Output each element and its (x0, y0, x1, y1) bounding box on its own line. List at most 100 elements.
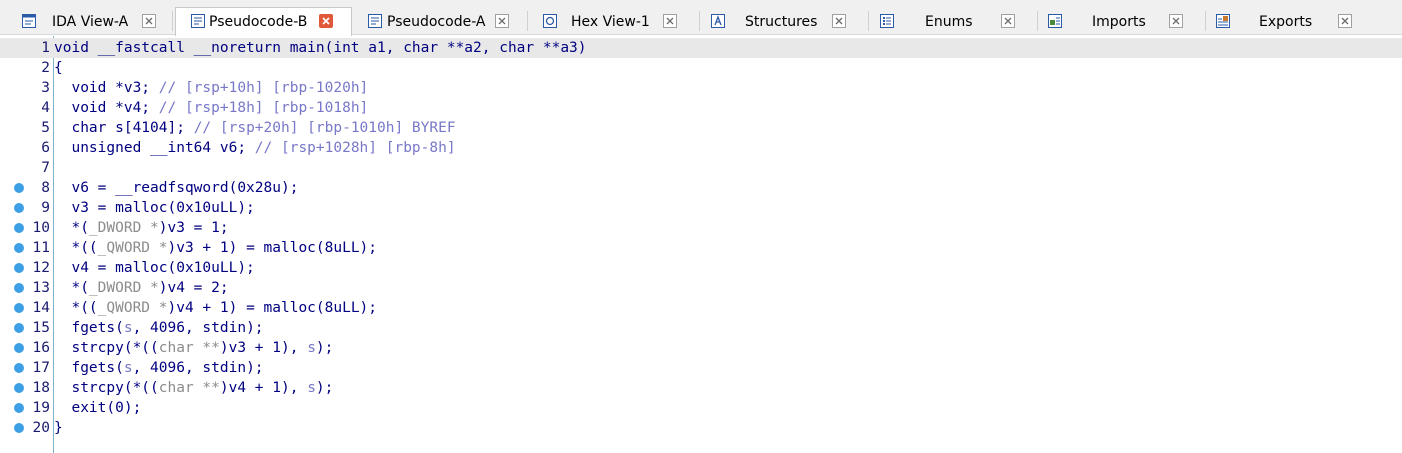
close-icon[interactable] (1001, 14, 1015, 28)
code-token: s (123, 320, 133, 336)
code-line[interactable]: 16 strcpy(*((char **)v3 + 1), s); (0, 338, 1402, 358)
tab-label: Enums (925, 14, 973, 30)
code-text[interactable]: strcpy(*((char **)v4 + 1), s); (54, 378, 333, 398)
code-text[interactable]: unsigned __int64 v6; // [rsp+1028h] [rbp… (54, 138, 455, 158)
code-line[interactable]: 19 exit(0); (0, 398, 1402, 418)
close-icon[interactable] (1169, 14, 1183, 28)
code-line[interactable]: 8 v6 = __readfsqword(0x28u); (0, 178, 1402, 198)
tab-pseudocode-b[interactable]: Pseudocode-B (175, 7, 352, 36)
close-icon[interactable] (495, 14, 509, 28)
code-token: void *v4; (54, 100, 159, 116)
line-number: 13 (32, 280, 50, 296)
tab-divider (699, 11, 700, 31)
line-number: 5 (41, 120, 50, 136)
code-text[interactable]: void *v4; // [rsp+18h] [rbp-1018h] (54, 98, 368, 118)
code-line[interactable]: 2{ (0, 58, 1402, 78)
code-token: } (54, 420, 63, 436)
code-token: _DWORD * (88, 220, 159, 236)
code-line[interactable]: 3 void *v3; // [rsp+10h] [rbp-1020h] (0, 78, 1402, 98)
code-line[interactable]: 10 *(_DWORD *)v3 = 1; (0, 218, 1402, 238)
code-token: , 4096, stdin); (132, 360, 264, 376)
tab-divider (1205, 11, 1206, 31)
code-token: unsigned __int64 v6; (54, 140, 255, 156)
code-token: // [rsp+20h] [rbp-1010h] BYREF (193, 120, 456, 136)
code-token: char s[4104]; (54, 120, 194, 136)
line-number: 9 (41, 200, 50, 216)
tab-exports[interactable]: Exports (1208, 9, 1363, 35)
ida-view-icon (22, 14, 36, 28)
code-line[interactable]: 14 *((_QWORD *)v4 + 1) = malloc(8uLL); (0, 298, 1402, 318)
code-token: s (307, 380, 316, 396)
tab-ida-view-a[interactable]: IDA View-A (14, 9, 164, 35)
imports-icon (1048, 14, 1062, 28)
close-icon[interactable] (319, 14, 333, 28)
tab-label: Hex View-1 (571, 14, 650, 30)
code-line[interactable]: 4 void *v4; // [rsp+18h] [rbp-1018h] (0, 98, 1402, 118)
code-token: _QWORD * (97, 300, 168, 316)
tab-label: Pseudocode-A (387, 14, 486, 30)
code-text[interactable]: v4 = malloc(0x10uLL); (54, 258, 255, 278)
close-icon[interactable] (663, 14, 677, 28)
code-text[interactable]: strcpy(*((char **)v3 + 1), s); (54, 338, 333, 358)
code-text[interactable]: *(_DWORD *)v3 = 1; (54, 218, 228, 238)
code-text[interactable]: *((_QWORD *)v4 + 1) = malloc(8uLL); (54, 298, 377, 318)
tab-divider (868, 11, 869, 31)
tab-label: Imports (1092, 14, 1146, 30)
code-token: _QWORD * (97, 240, 168, 256)
tab-pseudocode-a[interactable]: Pseudocode-A (354, 9, 524, 35)
close-icon[interactable] (1338, 14, 1352, 28)
code-token: ); (315, 340, 334, 356)
code-token: strcpy(*(( (54, 380, 159, 396)
line-number: 16 (32, 340, 50, 356)
line-number: 19 (32, 400, 50, 416)
code-token: v6 = __readfsqword(0x28u); (54, 180, 299, 196)
code-token: char ** (158, 340, 220, 356)
code-token: *(( (54, 300, 98, 316)
code-token: v3 = malloc(0x10uLL); (54, 200, 255, 216)
code-line[interactable]: 17 fgets(s, 4096, stdin); (0, 358, 1402, 378)
code-token: // [rsp+18h] [rbp-1018h] (158, 100, 369, 116)
code-line[interactable]: 18 strcpy(*((char **)v4 + 1), s); (0, 378, 1402, 398)
code-line[interactable]: 15 fgets(s, 4096, stdin); (0, 318, 1402, 338)
code-line[interactable]: 5 char s[4104]; // [rsp+20h] [rbp-1010h]… (0, 118, 1402, 138)
pseudocode-editor[interactable]: 1 void __fastcall __noreturn main(int a1,… (0, 36, 1402, 453)
code-text[interactable]: fgets(s, 4096, stdin); (54, 318, 263, 338)
code-text[interactable]: fgets(s, 4096, stdin); (54, 358, 264, 378)
code-line[interactable]: 13 *(_DWORD *)v4 = 2; (0, 278, 1402, 298)
code-line[interactable]: 6 unsigned __int64 v6; // [rsp+1028h] [r… (0, 138, 1402, 158)
code-token: fgets( (54, 320, 124, 336)
code-line[interactable]: 9 v3 = malloc(0x10uLL); (0, 198, 1402, 218)
code-text[interactable]: void *v3; // [rsp+10h] [rbp-1020h] (54, 78, 368, 98)
code-token: s (307, 340, 316, 356)
code-token: *( (54, 280, 89, 296)
tab-imports[interactable]: Imports (1040, 9, 1205, 35)
close-icon[interactable] (832, 14, 846, 28)
code-token: s (123, 360, 133, 376)
code-line[interactable]: 12 v4 = malloc(0x10uLL); (0, 258, 1402, 278)
code-line[interactable]: 7 (0, 158, 1402, 178)
code-text[interactable]: *(_DWORD *)v4 = 2; (54, 278, 228, 298)
code-text[interactable]: { (54, 58, 63, 78)
close-icon[interactable] (142, 14, 156, 28)
code-line[interactable]: 20} (0, 418, 1402, 438)
code-text[interactable]: v6 = __readfsqword(0x28u); (54, 178, 298, 198)
code-text[interactable]: char s[4104]; // [rsp+20h] [rbp-1010h] B… (54, 118, 456, 138)
code-line[interactable]: 1 void __fastcall __noreturn main(int a1,… (0, 38, 1402, 58)
line-number: 6 (41, 140, 50, 156)
code-line[interactable]: 11 *((_QWORD *)v3 + 1) = malloc(8uLL); (0, 238, 1402, 258)
code-token: )v4 + 1), (219, 380, 308, 396)
tab-structures[interactable]: Structures (702, 9, 867, 35)
tab-enums[interactable]: Enums (871, 9, 1036, 35)
code-token: v4 = malloc(0x10uLL); (54, 260, 255, 276)
tab-hex-view-1[interactable]: Hex View-1 (530, 9, 700, 35)
code-text[interactable]: v3 = malloc(0x10uLL); (54, 198, 255, 218)
code-text[interactable]: void __fastcall __noreturn main(int a1, … (54, 38, 587, 58)
code-text[interactable]: } (54, 418, 63, 438)
code-token: // [rsp+10h] [rbp-1020h] (158, 80, 369, 96)
code-token: )v3 + 1), (219, 340, 308, 356)
structures-icon (711, 14, 725, 28)
line-number: 10 (32, 220, 50, 236)
code-text[interactable]: exit(0); (54, 398, 141, 418)
line-number: 2 (41, 60, 50, 76)
code-text[interactable]: *((_QWORD *)v3 + 1) = malloc(8uLL); (54, 238, 377, 258)
